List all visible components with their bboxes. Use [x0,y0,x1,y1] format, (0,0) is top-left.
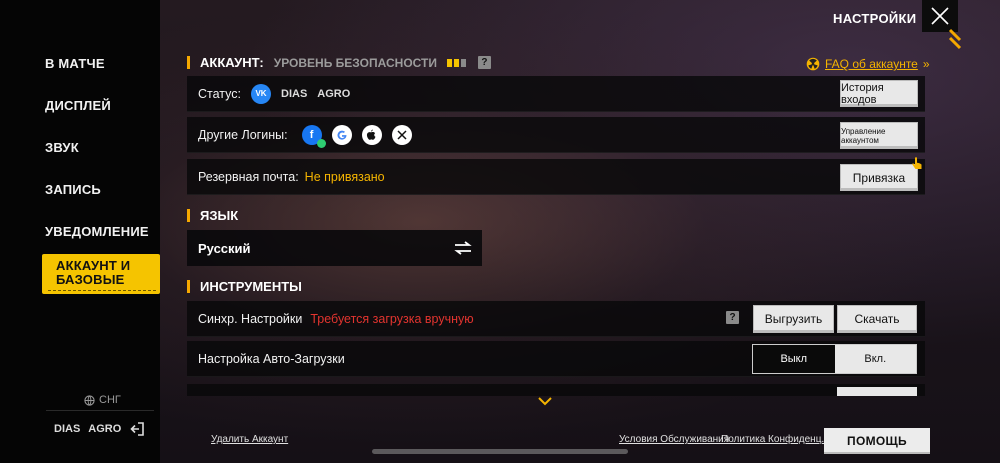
sidebar-item-recording[interactable]: ЗАПИСЬ [45,182,160,197]
facebook-icon[interactable]: f [301,124,326,148]
toggle-off-option[interactable]: Выкл [753,345,835,373]
account-status-row: Статус: VK DIAS AGRO [187,76,925,112]
section-marker [187,209,190,222]
x-twitter-icon[interactable] [391,124,412,145]
backup-mail-row: Резервная почта: Не привязано [187,159,925,195]
swap-arrows-icon [454,241,472,255]
chevron-down-icon[interactable] [538,397,552,407]
sidebar-item-account[interactable]: АККАУНТ И БАЗОВЫЕ [42,254,160,294]
sidebar-item-in-match[interactable]: В МАТЧЕ [45,56,160,71]
help-question-icon[interactable]: ? [477,56,491,69]
sidebar-item-notifications[interactable]: УВЕДОМЛЕНИЕ [45,224,160,239]
tools-section-title: ИНСТРУМЕНТЫ [200,279,302,294]
sync-help-icon[interactable]: ? [726,311,739,324]
user-name-part1: DIAS [54,423,81,435]
region-indicator: СНГ [84,394,121,406]
security-level-segment [446,58,452,67]
page-title: НАСТРОЙКИ [833,11,917,26]
logout-icon[interactable] [129,421,145,437]
apple-icon[interactable] [361,124,382,145]
globe-icon [84,394,95,406]
bind-button[interactable]: Привязка [840,164,918,191]
security-level-label: УРОВЕНЬ БЕЗОПАСНОСТИ [273,55,437,70]
tools-section-header: ИНСТРУМЕНТЫ [187,279,302,294]
faq-label: FAQ об аккаунте [825,57,918,71]
faq-link[interactable]: FAQ об аккаунте » [806,57,930,71]
security-level-indicator [446,58,466,67]
corner-decoration-icon [948,28,962,50]
status-name-part2: AGRO [317,87,351,100]
manage-account-button[interactable]: Управление аккаунтом [840,122,918,149]
sidebar: В МАТЧЕ ДИСПЛЕЙ ЗВУК ЗАПИСЬ УВЕДОМЛЕНИЕ … [0,0,160,463]
other-logins-label: Другие Логины: [198,127,288,142]
autoload-label: Настройка Авто-Загрузки [198,351,345,366]
delete-account-link[interactable]: Удалить Аккаунт [211,434,288,445]
sync-status: Требуется загрузка вручную [310,311,474,326]
pointing-hand-icon [912,157,922,169]
help-button[interactable]: ПОМОЩЬ [824,428,930,454]
vk-icon: VK [251,83,271,104]
language-current: Русский [198,240,251,256]
google-icon[interactable] [331,124,352,145]
double-chevron-right-icon: » [922,57,930,71]
sidebar-user: DIAS AGRO [54,421,145,437]
user-name-part2: AGRO [88,423,122,435]
sidebar-item-sound[interactable]: ЗВУК [45,140,160,155]
autoload-toggle[interactable]: Выкл Вкл. [752,344,917,374]
region-label: СНГ [99,394,121,406]
backup-mail-label: Резервная почта: [198,169,299,184]
backup-mail-status: Не привязано [304,169,385,184]
download-button[interactable]: Скачать [837,305,917,333]
home-indicator[interactable] [372,449,628,454]
sync-label: Синхр. Настройки [198,311,303,326]
upload-button[interactable]: Выгрузить [753,305,834,333]
terms-link[interactable]: Условия Обслуживания [619,434,729,445]
close-icon [931,7,949,25]
sidebar-item-account-line2: БАЗОВЫЕ [56,272,125,287]
status-name-part1: DIAS [281,87,308,100]
section-marker [187,56,190,69]
divider [46,410,154,411]
account-section-header: АККАУНТ: УРОВЕНЬ БЕЗОПАСНОСТИ ? [187,55,491,70]
sidebar-item-account-line1: АККАУНТ И [56,258,131,273]
language-section-title: ЯЗЫК [200,208,239,223]
security-level-segment [453,58,459,67]
toggle-on-option[interactable]: Вкл. [834,345,916,373]
partial-row [187,384,925,396]
login-history-button[interactable]: История входов [840,80,918,107]
language-selector[interactable]: Русский [187,230,482,266]
language-section-header: ЯЗЫК [187,208,238,223]
security-level-segment [460,58,466,67]
radiation-icon [806,57,820,71]
other-logins-row: Другие Логины: f [187,117,925,153]
privacy-link[interactable]: Политика Конфиденц. [721,434,824,445]
sidebar-item-display[interactable]: ДИСПЛЕЙ [45,98,160,113]
social-logins: f [301,124,412,148]
status-label: Статус: [198,86,241,101]
account-section-title: АККАУНТ: [200,55,264,70]
section-marker [187,280,190,293]
